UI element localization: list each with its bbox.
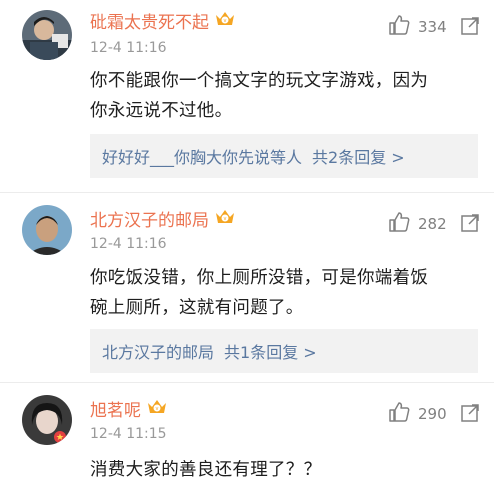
user-avatar[interactable] (22, 205, 72, 255)
comment-username[interactable]: 砒霜太贵死不起 v (90, 8, 236, 33)
comment-username[interactable]: 北方汉子的邮局 v (90, 206, 236, 231)
comment-item: 砒霜太贵死不起 v 12-4 11:16 334 你不能跟你一个搞文字的玩文字游… (0, 0, 494, 192)
like-button[interactable]: 290 (388, 401, 447, 427)
user-avatar[interactable] (22, 395, 72, 445)
replies-preview[interactable]: 北方汉子的邮局 共1条回复 > (90, 329, 478, 373)
thumbs-up-icon (388, 401, 410, 427)
comment-time: 12-4 11:16 (90, 236, 167, 252)
like-count: 290 (418, 405, 447, 423)
like-button[interactable]: 282 (388, 211, 447, 237)
share-icon[interactable] (460, 403, 480, 427)
like-count: 282 (418, 215, 447, 233)
comment-item: 北方汉子的邮局 v 12-4 11:16 282 你吃饭没错，你上厕所没错，可是… (0, 192, 494, 382)
vip-crown-badge-icon: v (214, 207, 236, 230)
replies-preview[interactable]: 好好好___你胸大你先说等人 共2条回复 > (90, 134, 478, 178)
thumbs-up-icon (388, 211, 410, 237)
like-count: 334 (418, 18, 447, 36)
svg-text:v: v (156, 406, 159, 412)
thumbs-up-icon (388, 14, 410, 40)
comment-text: 消费大家的善良还有理了？？ (90, 460, 322, 480)
comment-username[interactable]: 旭茗呢 v (90, 396, 168, 421)
share-icon[interactable] (460, 16, 480, 40)
comment-time: 12-4 11:15 (90, 426, 167, 442)
vip-crown-badge-icon: v (214, 9, 236, 32)
user-avatar[interactable] (22, 10, 72, 60)
comment-item: 旭茗呢 v 12-4 11:15 290 消费大家的善良还有理了？？ (0, 382, 494, 492)
view-replies-link[interactable]: 共2条回复 > (312, 144, 405, 168)
comment-time: 12-4 11:16 (90, 40, 167, 56)
share-icon[interactable] (460, 213, 480, 237)
view-replies-link[interactable]: 共1条回复 > (224, 339, 317, 363)
vip-crown-badge-icon: v (146, 397, 168, 420)
comment-text: 你吃饭没错，你上厕所没错，可是你端着饭 碗上厕所，这就有问题了。 (90, 268, 429, 318)
like-button[interactable]: 334 (388, 14, 447, 40)
svg-text:v: v (224, 216, 227, 222)
comment-text: 你不能跟你一个搞文字的玩文字游戏，因为 你永远说不过他。 (90, 71, 429, 121)
svg-text:v: v (224, 18, 227, 24)
